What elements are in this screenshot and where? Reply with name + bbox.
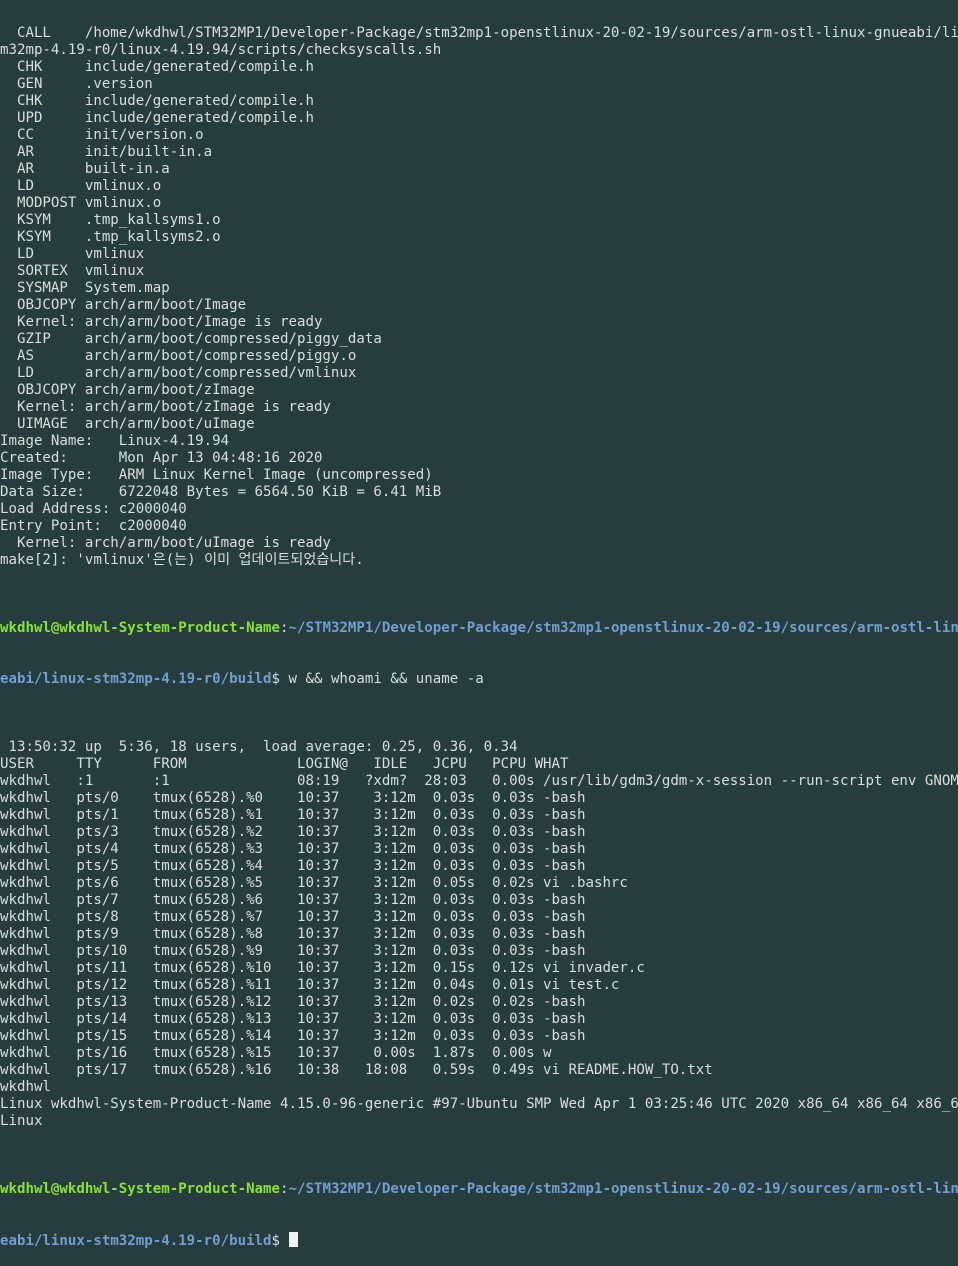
prompt-separator: : [280, 620, 289, 636]
terminal-line: m32mp-4.19-r0/linux-4.19.94/scripts/chec… [0, 42, 442, 58]
terminal-line: OBJCOPY arch/arm/boot/zImage [0, 382, 255, 398]
terminal-line: KSYM .tmp_kallsyms2.o [0, 229, 221, 245]
terminal-line: AR built-in.a [0, 161, 170, 177]
terminal-line: LD arch/arm/boot/compressed/vmlinux [0, 365, 357, 381]
w-output-line: wkdhwl pts/13 tmux(6528).%12 10:37 3:12m… [0, 994, 586, 1010]
w-output-line: wkdhwl pts/7 tmux(6528).%6 10:37 3:12m 0… [0, 892, 586, 908]
terminal-line: AS arch/arm/boot/compressed/piggy.o [0, 348, 357, 364]
terminal-line: LD vmlinux.o [0, 178, 162, 194]
terminal-line: UPD include/generated/compile.h [0, 110, 314, 126]
prompt-line-continued: eabi/linux-stm32mp-4.19-r0/build$ w && w… [0, 671, 958, 688]
w-output-line: USER TTY FROM LOGIN@ IDLE JCPU PCPU WHAT [0, 756, 569, 772]
w-output-line: wkdhwl pts/5 tmux(6528).%4 10:37 3:12m 0… [0, 858, 586, 874]
w-output-line: wkdhwl pts/11 tmux(6528).%10 10:37 3:12m… [0, 960, 645, 976]
w-output-line: wkdhwl pts/6 tmux(6528).%5 10:37 3:12m 0… [0, 875, 628, 891]
w-output-line: wkdhwl [0, 1079, 51, 1095]
current-prompt-user-host: wkdhwl@wkdhwl-System-Product-Name [0, 1181, 281, 1197]
w-command-output: 13:50:32 up 5:36, 18 users, load average… [0, 739, 958, 1130]
current-prompt-line: wkdhwl@wkdhwl-System-Product-Name:~/STM3… [0, 1181, 958, 1198]
current-prompt-path: ~/STM32MP1/Developer-Package/stm32mp1-op… [288, 1181, 958, 1197]
w-output-line: wkdhwl pts/10 tmux(6528).%9 10:37 3:12m … [0, 943, 586, 959]
terminal-line: SORTEX vmlinux [0, 263, 145, 279]
text-cursor [288, 1232, 298, 1247]
w-output-line: wkdhwl pts/3 tmux(6528).%2 10:37 3:12m 0… [0, 824, 586, 840]
terminal-line: GEN .version [0, 76, 153, 92]
terminal-line: Created: Mon Apr 13 04:48:16 2020 [0, 450, 323, 466]
current-prompt-line-continued[interactable]: eabi/linux-stm32mp-4.19-r0/build$ [0, 1232, 958, 1249]
prompt-user-host: wkdhwl@wkdhwl-System-Product-Name [0, 620, 281, 636]
terminal-line: MODPOST vmlinux.o [0, 195, 162, 211]
w-output-line: wkdhwl pts/15 tmux(6528).%14 10:37 3:12m… [0, 1028, 586, 1044]
w-output-line: wkdhwl pts/8 tmux(6528).%7 10:37 3:12m 0… [0, 909, 586, 925]
build-log: CALL /home/wkdhwl/STM32MP1/Developer-Pac… [0, 25, 958, 569]
terminal-line: AR init/built-in.a [0, 144, 213, 160]
prompt-path: ~/STM32MP1/Developer-Package/stm32mp1-op… [288, 620, 958, 636]
terminal-line: CALL /home/wkdhwl/STM32MP1/Developer-Pac… [0, 25, 958, 41]
w-output-line: 13:50:32 up 5:36, 18 users, load average… [0, 739, 518, 755]
prompt-dollar: $ [271, 671, 281, 687]
prompt-line: wkdhwl@wkdhwl-System-Product-Name:~/STM3… [0, 620, 958, 637]
terminal-line: GZIP arch/arm/boot/compressed/piggy_data [0, 331, 382, 347]
w-output-line: wkdhwl pts/4 tmux(6528).%3 10:37 3:12m 0… [0, 841, 586, 857]
terminal-line: Kernel: arch/arm/boot/uImage is ready [0, 535, 331, 551]
w-output-line: Linux wkdhwl-System-Product-Name 4.15.0-… [0, 1096, 958, 1112]
terminal-line: OBJCOPY arch/arm/boot/Image [0, 297, 247, 313]
w-output-line: wkdhwl pts/9 tmux(6528).%8 10:37 3:12m 0… [0, 926, 586, 942]
w-output-line: wkdhwl pts/17 tmux(6528).%16 10:38 18:08… [0, 1062, 713, 1078]
terminal-line: Load Address: c2000040 [0, 501, 187, 517]
terminal-line: UIMAGE arch/arm/boot/uImage [0, 416, 255, 432]
terminal-line: make[2]: 'vmlinux'은(는) 이미 업데이트되었습니다. [0, 552, 364, 568]
w-output-line: Linux [0, 1113, 43, 1129]
w-output-line: wkdhwl pts/12 tmux(6528).%11 10:37 3:12m… [0, 977, 620, 993]
terminal-line: CC init/version.o [0, 127, 204, 143]
terminal-line: Entry Point: c2000040 [0, 518, 187, 534]
terminal-line: Kernel: arch/arm/boot/zImage is ready [0, 399, 331, 415]
prompt-path-continued: eabi/linux-stm32mp-4.19-r0/build [0, 671, 272, 687]
w-output-line: wkdhwl pts/14 tmux(6528).%13 10:37 3:12m… [0, 1011, 586, 1027]
w-output-line: wkdhwl pts/16 tmux(6528).%15 10:37 0.00s… [0, 1045, 552, 1061]
terminal-line: LD vmlinux [0, 246, 145, 262]
current-prompt-dollar: $ [271, 1233, 281, 1249]
terminal-line: CHK include/generated/compile.h [0, 59, 314, 75]
terminal-line: KSYM .tmp_kallsyms1.o [0, 212, 221, 228]
terminal-output[interactable]: CALL /home/wkdhwl/STM32MP1/Developer-Pac… [0, 0, 958, 1266]
w-output-line: wkdhwl pts/0 tmux(6528).%0 10:37 3:12m 0… [0, 790, 586, 806]
terminal-line: CHK include/generated/compile.h [0, 93, 314, 109]
current-prompt-path-continued: eabi/linux-stm32mp-4.19-r0/build [0, 1233, 272, 1249]
command-text: w && whoami && uname -a [280, 671, 484, 687]
terminal-line: Kernel: arch/arm/boot/Image is ready [0, 314, 323, 330]
terminal-line: Image Type: ARM Linux Kernel Image (unco… [0, 467, 433, 483]
w-output-line: wkdhwl pts/1 tmux(6528).%1 10:37 3:12m 0… [0, 807, 586, 823]
terminal-line: Image Name: Linux-4.19.94 [0, 433, 230, 449]
current-command-input[interactable] [280, 1233, 289, 1249]
terminal-line: Data Size: 6722048 Bytes = 6564.50 KiB =… [0, 484, 442, 500]
w-output-line: wkdhwl :1 :1 08:19 ?xdm? 28:03 0.00s /us… [0, 773, 958, 789]
current-prompt-separator: : [280, 1181, 289, 1197]
terminal-line: SYSMAP System.map [0, 280, 170, 296]
